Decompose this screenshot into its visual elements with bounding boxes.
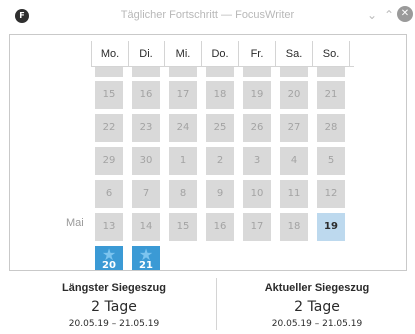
title-bar: Täglicher Fortschritt — FocusWriter ⌄ ⌃ …	[0, 0, 415, 32]
calendar-day-cell[interactable]	[280, 67, 308, 77]
calendar-day-cell[interactable]: 25	[206, 114, 234, 142]
current-streak-range: 20.05.19 – 21.05.19	[271, 319, 363, 329]
calendar-day-cell[interactable]: 5	[317, 147, 345, 175]
calendar-day-cell[interactable]: 14	[132, 213, 160, 241]
calendar-day-cell[interactable]: 22	[95, 114, 123, 142]
calendar-day-cell[interactable]: 8	[169, 180, 197, 208]
weekday-fr: Fr.	[239, 41, 276, 67]
calendar-day-cell[interactable]: 26	[243, 114, 271, 142]
minimize-button[interactable]: ⌄	[364, 7, 380, 23]
calendar-day-cell[interactable]: 16	[132, 81, 160, 109]
calendar-day-cell[interactable]: 9	[206, 180, 234, 208]
calendar-day-cell[interactable]: 17	[243, 213, 271, 241]
calendar-day-cell[interactable]: ★ 20	[95, 246, 123, 271]
weekday-mo: Mo.	[91, 41, 129, 67]
chevron-up-icon: ⌃	[383, 8, 395, 22]
calendar: Mo. Di. Mi. Do. Fr. Sa. So. Mai 15 16 17 18…	[9, 34, 407, 271]
calendar-day-cell[interactable]: 4	[280, 147, 308, 175]
calendar-day-cell[interactable]: 24	[169, 114, 197, 142]
calendar-day-cell[interactable]: ★ 21	[132, 246, 160, 271]
current-streak-title: Aktueller Siegeszug	[264, 282, 370, 294]
calendar-day-cell[interactable]: 28	[317, 114, 345, 142]
calendar-day-cell[interactable]	[132, 67, 160, 77]
longest-streak: Längster Siegeszug 2 Tage 20.05.19 – 21.…	[14, 276, 214, 330]
weekday-sa: Sa.	[276, 41, 313, 67]
current-streak-value: 2 Tage	[294, 299, 340, 315]
calendar-day-cell[interactable]: 6	[95, 180, 123, 208]
calendar-day-cell[interactable]: 20	[280, 81, 308, 109]
calendar-day-cell[interactable]: 18	[206, 81, 234, 109]
calendar-day-cell[interactable]: 18	[280, 213, 308, 241]
close-button[interactable]: ✕	[397, 6, 413, 22]
calendar-day-cell[interactable]: 16	[206, 213, 234, 241]
stats-divider	[216, 278, 217, 330]
calendar-day-cell[interactable]	[317, 67, 345, 77]
calendar-day-cell[interactable]: 3	[243, 147, 271, 175]
calendar-day-cell[interactable]: 11	[280, 180, 308, 208]
day-number: 21	[139, 260, 153, 271]
weekday-di: Di.	[128, 41, 165, 67]
calendar-day-cell[interactable]: 30	[132, 147, 160, 175]
chevron-down-icon: ⌄	[366, 8, 378, 22]
longest-streak-range: 20.05.19 – 21.05.19	[68, 319, 160, 329]
calendar-day-cell[interactable]: 1	[169, 147, 197, 175]
weekday-do: Do.	[202, 41, 239, 67]
longest-streak-value: 2 Tage	[91, 299, 137, 315]
calendar-day-cell[interactable]	[206, 67, 234, 77]
close-icon: ✕	[400, 8, 410, 19]
calendar-day-cell[interactable]: 23	[132, 114, 160, 142]
calendar-day-cell[interactable]: 15	[95, 81, 123, 109]
current-streak: Aktueller Siegeszug 2 Tage 20.05.19 – 21…	[217, 276, 415, 330]
maximize-button[interactable]: ⌃	[381, 7, 397, 23]
calendar-day-cell[interactable]: 27	[280, 114, 308, 142]
calendar-day-cell[interactable]	[95, 67, 123, 77]
streak-stats: Längster Siegeszug 2 Tage 20.05.19 – 21.…	[0, 276, 415, 334]
calendar-day-cell[interactable]: 21	[317, 81, 345, 109]
calendar-day-cell[interactable]: 17	[169, 81, 197, 109]
calendar-day-cell[interactable]	[243, 67, 271, 77]
month-label: Mai	[66, 217, 84, 229]
calendar-day-cell[interactable]: 13	[95, 213, 123, 241]
longest-streak-title: Längster Siegeszug	[62, 282, 166, 294]
calendar-day-cell[interactable]	[169, 67, 197, 77]
calendar-day-cell[interactable]: 2	[206, 147, 234, 175]
weekday-header: Mo. Di. Mi. Do. Fr. Sa. So.	[10, 35, 406, 67]
calendar-day-cell[interactable]: 19	[243, 81, 271, 109]
calendar-day-cell[interactable]: 15	[169, 213, 197, 241]
calendar-day-cell[interactable]: 29	[95, 147, 123, 175]
day-number: 20	[102, 260, 116, 271]
calendar-day-cell[interactable]: 10	[243, 180, 271, 208]
calendar-day-cell[interactable]: 19	[317, 213, 345, 241]
calendar-day-cell[interactable]: 7	[132, 180, 160, 208]
weekday-so: So.	[313, 41, 350, 67]
calendar-grid: Mai 15 16 17 18 19 20 21 22 23 24 25 26 27 28 29 30 1 2 3 4…	[10, 67, 406, 270]
calendar-day-cell[interactable]: 12	[317, 180, 345, 208]
weekday-mi: Mi.	[165, 41, 202, 67]
window-title: Täglicher Fortschritt — FocusWriter	[120, 9, 295, 21]
